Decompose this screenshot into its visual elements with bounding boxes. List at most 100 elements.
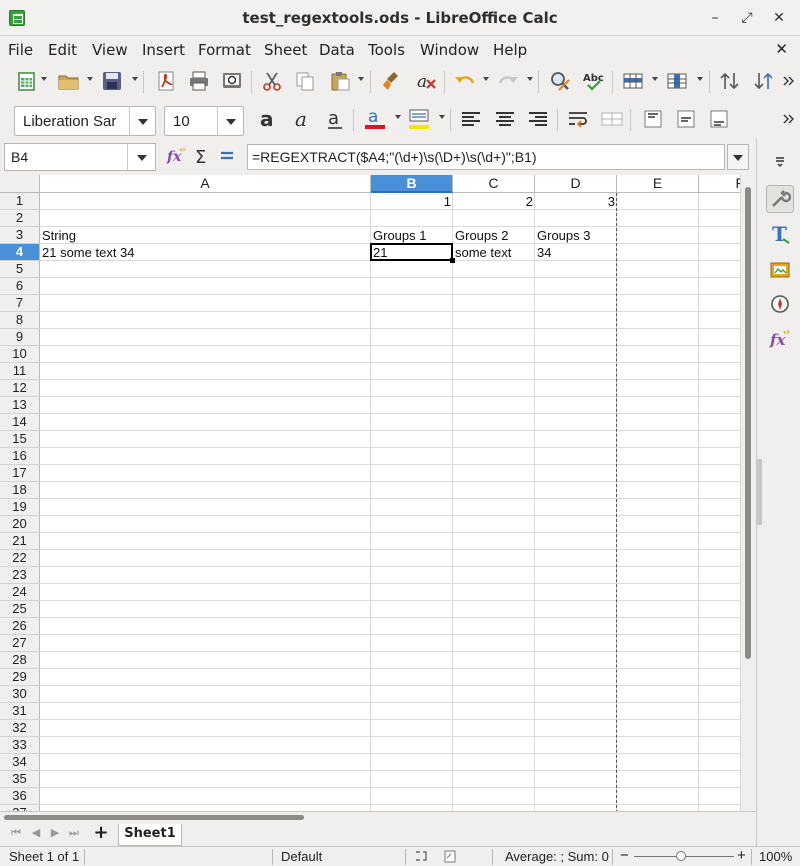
minimize-button[interactable]: – xyxy=(705,8,725,28)
menu-format[interactable]: Format xyxy=(198,41,251,59)
formula-equals-icon[interactable] xyxy=(214,143,240,169)
row-header-30[interactable]: 30 xyxy=(0,686,40,703)
zoom-out-button[interactable]: − xyxy=(620,847,629,864)
row-header-18[interactable]: 18 xyxy=(0,482,40,499)
row-header-2[interactable]: 2 xyxy=(0,210,40,227)
paste-icon[interactable] xyxy=(327,68,353,94)
spelling-icon[interactable]: Abc xyxy=(581,68,607,94)
vertical-scrollbar[interactable] xyxy=(740,175,756,811)
row-header-23[interactable]: 23 xyxy=(0,567,40,584)
cell-c3[interactable]: Groups 2 xyxy=(453,227,535,244)
sort-descending-icon[interactable] xyxy=(751,68,777,94)
cell-c4[interactable]: some text xyxy=(453,244,535,261)
row-header-27[interactable]: 27 xyxy=(0,635,40,652)
redo-dropdown-icon[interactable] xyxy=(527,77,533,81)
cell-a3[interactable]: String xyxy=(40,227,371,244)
previous-sheet-icon[interactable]: ◀ xyxy=(30,827,42,839)
cell-b3[interactable]: Groups 1 xyxy=(371,227,453,244)
cut-icon[interactable] xyxy=(259,68,285,94)
close-document-button[interactable]: ✕ xyxy=(775,40,788,58)
row-header-3[interactable]: 3 xyxy=(0,227,40,244)
row-header-36[interactable]: 36 xyxy=(0,788,40,805)
maximize-button[interactable]: ⤢ xyxy=(737,8,757,28)
zoom-level[interactable]: 100% xyxy=(759,849,792,864)
italic-icon[interactable]: a xyxy=(289,106,315,132)
highlight-color-dropdown-icon[interactable] xyxy=(439,115,445,119)
menu-help[interactable]: Help xyxy=(493,41,527,59)
print-preview-icon[interactable] xyxy=(219,68,245,94)
row-header-5[interactable]: 5 xyxy=(0,261,40,278)
row-header-1[interactable]: 1 xyxy=(0,193,40,210)
page-style[interactable]: Default xyxy=(281,849,322,864)
align-center-icon[interactable] xyxy=(492,106,518,132)
column-header-d[interactable]: D xyxy=(535,175,617,193)
menu-edit[interactable]: Edit xyxy=(48,41,77,59)
open-dropdown-icon[interactable] xyxy=(87,77,93,81)
row-header-35[interactable]: 35 xyxy=(0,771,40,788)
row-header-31[interactable]: 31 xyxy=(0,703,40,720)
wrap-text-icon[interactable] xyxy=(566,106,592,132)
bold-icon[interactable]: a xyxy=(255,106,281,132)
cell-c1[interactable]: 2 xyxy=(453,193,535,210)
close-window-button[interactable]: ✕ xyxy=(769,8,789,28)
paste-dropdown-icon[interactable] xyxy=(358,77,364,81)
merge-cells-icon[interactable] xyxy=(599,106,625,132)
name-box[interactable]: B4 xyxy=(4,143,156,171)
menu-window[interactable]: Window xyxy=(420,41,479,59)
column-dropdown-icon[interactable] xyxy=(697,77,703,81)
document-modified-icon[interactable] xyxy=(443,849,457,866)
find-replace-icon[interactable] xyxy=(547,68,573,94)
row-header-9[interactable]: 9 xyxy=(0,329,40,346)
align-bottom-icon[interactable] xyxy=(706,106,732,132)
print-icon[interactable] xyxy=(186,68,212,94)
row-header-17[interactable]: 17 xyxy=(0,465,40,482)
row-header-14[interactable]: 14 xyxy=(0,414,40,431)
cell-d1[interactable]: 3 xyxy=(535,193,617,210)
zoom-slider-thumb[interactable] xyxy=(676,851,686,861)
row-header-26[interactable]: 26 xyxy=(0,618,40,635)
font-color-dropdown-icon[interactable] xyxy=(395,115,401,119)
expand-formula-bar-button[interactable] xyxy=(727,144,749,170)
font-name-combobox[interactable]: Liberation Sar xyxy=(14,106,156,136)
cell-a4[interactable]: 21 some text 34 xyxy=(40,244,371,261)
cell-d3[interactable]: Groups 3 xyxy=(535,227,617,244)
column-header-a[interactable]: A xyxy=(40,175,371,193)
column-icon[interactable] xyxy=(664,68,690,94)
toolbar-overflow-icon[interactable] xyxy=(778,68,798,94)
cell-d4[interactable]: 34 xyxy=(535,244,617,261)
column-header-b[interactable]: B xyxy=(371,175,453,193)
row-header-8[interactable]: 8 xyxy=(0,312,40,329)
export-pdf-icon[interactable] xyxy=(153,68,179,94)
function-wizard-icon[interactable]: fx xyxy=(164,143,190,169)
column-header-c[interactable]: C xyxy=(453,175,535,193)
sum-icon[interactable]: Σ xyxy=(189,143,215,169)
undo-icon[interactable] xyxy=(452,68,478,94)
vertical-scroll-thumb[interactable] xyxy=(745,187,751,659)
row-header-12[interactable]: 12 xyxy=(0,380,40,397)
row-header-7[interactable]: 7 xyxy=(0,295,40,312)
formatting-overflow-icon[interactable] xyxy=(778,106,798,132)
selection-mode-icon[interactable] xyxy=(414,849,428,866)
save-icon[interactable] xyxy=(99,68,125,94)
redo-icon[interactable] xyxy=(495,68,521,94)
clone-formatting-icon[interactable] xyxy=(380,68,406,94)
copy-icon[interactable] xyxy=(292,68,318,94)
add-sheet-button[interactable]: + xyxy=(93,824,109,842)
zoom-in-button[interactable]: + xyxy=(737,847,746,864)
name-box-dropdown-icon[interactable] xyxy=(127,144,155,170)
spreadsheet-grid[interactable]: A B C D E F 1234567891011121314151617181… xyxy=(0,175,756,811)
row-header-33[interactable]: 33 xyxy=(0,737,40,754)
undo-dropdown-icon[interactable] xyxy=(483,77,489,81)
align-top-icon[interactable] xyxy=(640,106,666,132)
row-header-32[interactable]: 32 xyxy=(0,720,40,737)
align-left-icon[interactable] xyxy=(458,106,484,132)
properties-icon[interactable] xyxy=(766,185,794,213)
highlight-color-icon[interactable] xyxy=(406,106,432,132)
formula-input[interactable]: =REGEXTRACT($A4;"(\d+)\s(\D+)\s(\d+)";B1… xyxy=(247,144,725,170)
row-header-28[interactable]: 28 xyxy=(0,652,40,669)
sort-ascending-icon[interactable] xyxy=(717,68,743,94)
row-header-29[interactable]: 29 xyxy=(0,669,40,686)
row-header-4[interactable]: 4 xyxy=(0,244,40,261)
menu-insert[interactable]: Insert xyxy=(142,41,185,59)
horizontal-scrollbar[interactable] xyxy=(0,811,740,823)
